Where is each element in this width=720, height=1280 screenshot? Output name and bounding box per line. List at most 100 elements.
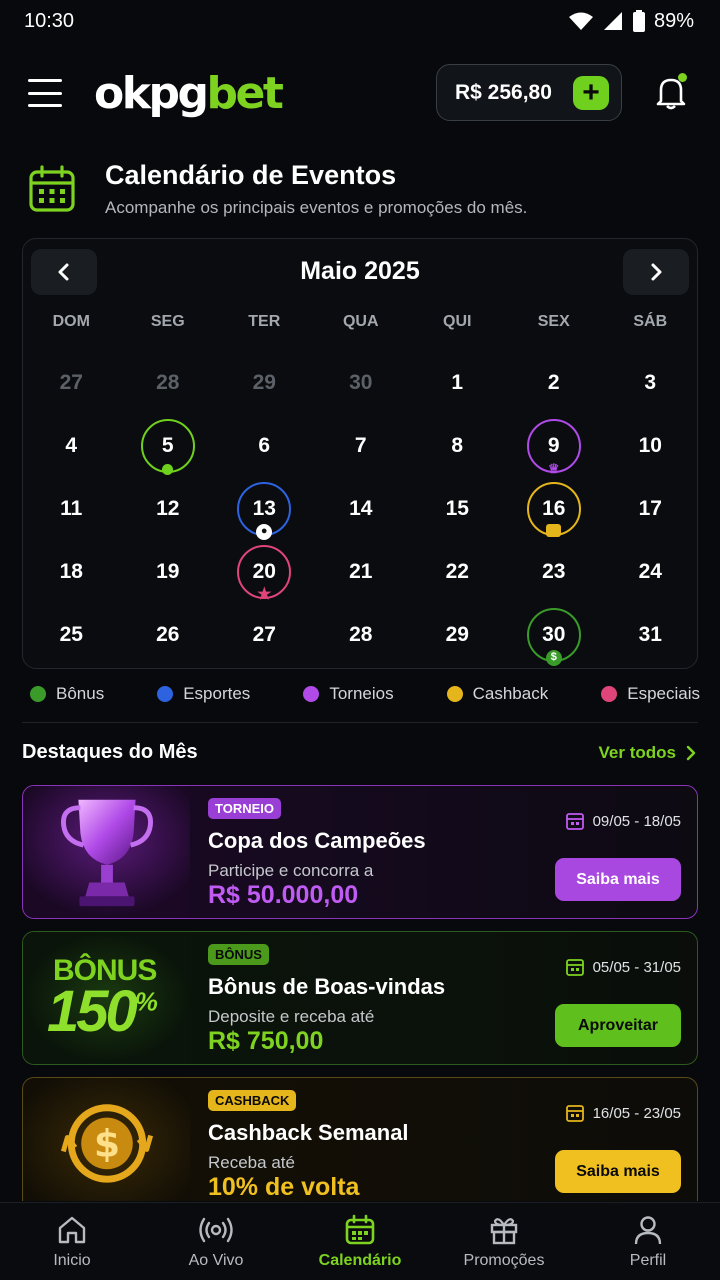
calendar-day[interactable]: 12 <box>120 477 217 540</box>
calendar-day-event-especiais[interactable]: 20 ★ <box>216 540 313 603</box>
calendar-day[interactable]: 8 <box>409 414 506 477</box>
bonus-art-value: 150% <box>47 979 158 1044</box>
calendar-day[interactable]: 30 <box>313 351 410 414</box>
dot-icon <box>162 463 174 475</box>
legend-item-bonus: Bônus <box>30 684 104 704</box>
legend-dot <box>601 686 618 702</box>
signal-icon <box>603 12 622 30</box>
calendar-day[interactable]: 18 <box>23 540 120 603</box>
calendar-day[interactable]: 23 <box>506 540 603 603</box>
calendar-day[interactable]: 1 <box>409 351 506 414</box>
card-date-range: 09/05 - 18/05 <box>565 811 681 831</box>
calendar-day[interactable]: 19 <box>120 540 217 603</box>
day-number: 28 <box>349 622 373 646</box>
nav-item-perfil[interactable]: Perfil <box>576 1203 720 1280</box>
calendar-day[interactable]: 15 <box>409 477 506 540</box>
weekday-label: QUA <box>342 313 379 330</box>
calendar-day[interactable]: 7 <box>313 414 410 477</box>
calendar-day[interactable]: 29 <box>216 351 313 414</box>
calendar-day[interactable]: 21 <box>313 540 410 603</box>
next-month-button[interactable] <box>623 249 689 295</box>
hamburger-menu-button[interactable] <box>28 79 62 107</box>
nav-item-inicio[interactable]: Inicio <box>0 1203 144 1280</box>
highlight-card-torneio[interactable]: TORNEIO Copa dos Campeões Participe e co… <box>22 785 698 919</box>
day-number: 8 <box>451 433 464 457</box>
day-number: 28 <box>156 370 180 394</box>
learn-more-button[interactable]: Saiba mais <box>555 1150 681 1193</box>
legend-item-torneios: Torneios <box>303 684 394 704</box>
calendar-day-event-esportes[interactable]: 13 ● <box>216 477 313 540</box>
claim-bonus-button[interactable]: Aproveitar <box>555 1004 681 1047</box>
category-tag: CASHBACK <box>208 1090 297 1111</box>
calendar-day[interactable]: 27 <box>23 351 120 414</box>
calendar-day[interactable]: 10 <box>602 414 699 477</box>
day-number: 27 <box>252 622 276 646</box>
day-number: 31 <box>638 622 662 646</box>
calendar-day[interactable]: 14 <box>313 477 410 540</box>
calendar-day-event-bonus[interactable]: 30 $ <box>506 603 603 666</box>
svg-text:$: $ <box>94 1121 120 1165</box>
card-date-range: 05/05 - 31/05 <box>565 957 681 977</box>
calendar-day-event-bonus[interactable]: 5 <box>120 414 217 477</box>
page-header: Calendário de Eventos Acompanhe os princ… <box>28 158 708 228</box>
status-time: 10:30 <box>24 9 75 32</box>
calendar-day[interactable]: 22 <box>409 540 506 603</box>
calendar-day[interactable]: 4 <box>23 414 120 477</box>
card-title: Cashback Semanal <box>208 1120 409 1145</box>
calendar-icon <box>565 959 584 976</box>
calendar-day[interactable]: 11 <box>23 477 120 540</box>
calendar-day[interactable]: 24 <box>602 540 699 603</box>
highlight-card-bonus[interactable]: BÔNUS 150% BÔNUS Bônus de Boas-vindas De… <box>22 931 698 1065</box>
nav-item-calendario[interactable]: Calendário <box>288 1203 432 1280</box>
card-title: Bônus de Boas-vindas <box>208 974 446 999</box>
calendar-day[interactable]: 2 <box>506 351 603 414</box>
day-number: 10 <box>638 433 662 457</box>
balance-display[interactable]: R$ 256,80 + <box>436 64 622 121</box>
legend-item-cashback: Cashback <box>446 684 548 704</box>
card-subtitle: Participe e concorra a <box>208 861 374 880</box>
calendar-day[interactable]: 31 <box>602 603 699 666</box>
card-amount: R$ 750,00 <box>208 1027 324 1055</box>
month-label: Maio 2025 <box>300 257 420 285</box>
day-number: 12 <box>156 496 180 520</box>
day-number: 11 <box>60 496 83 520</box>
star-icon: ★ <box>257 585 272 603</box>
nav-item-promocoes[interactable]: Promoções <box>432 1203 576 1280</box>
nav-item-ao-vivo[interactable]: Ao Vivo <box>144 1203 288 1280</box>
day-number: 13 <box>252 496 276 520</box>
calendar-day-event-cashback[interactable]: 16 <box>506 477 603 540</box>
trophy-icon: ♕ <box>547 461 560 476</box>
calendar-day[interactable]: 28 <box>313 603 410 666</box>
highlight-card-cashback[interactable]: $ CASHBACK Cashback Semanal Receba até 1… <box>22 1077 698 1201</box>
day-number: 17 <box>638 496 662 520</box>
day-number: 29 <box>445 622 469 646</box>
gift-icon <box>490 1217 518 1244</box>
weekday-label: QUI <box>443 313 472 330</box>
live-broadcast-icon <box>199 1217 233 1242</box>
legend-item-especiais: Especiais <box>601 684 700 704</box>
weekday-label: SEG <box>150 313 185 330</box>
notifications-button[interactable] <box>654 73 688 110</box>
bottom-navigation: Inicio Ao Vivo Calendário Promoções Perf… <box>0 1202 720 1280</box>
legend-dot <box>303 686 320 702</box>
calendar-day[interactable]: 25 <box>23 603 120 666</box>
calendar-day[interactable]: 3 <box>602 351 699 414</box>
page-title: Calendário de Eventos <box>105 160 397 190</box>
see-all-link[interactable]: Ver todos <box>599 743 696 763</box>
battery-icon <box>632 10 645 32</box>
card-amount: 10% de volta <box>208 1173 360 1201</box>
calendar-day[interactable]: 28 <box>120 351 217 414</box>
calendar-day[interactable]: 17 <box>602 477 699 540</box>
weekday-label: DOM <box>52 313 90 330</box>
calendar-day[interactable]: 29 <box>409 603 506 666</box>
legend-dot <box>446 686 463 702</box>
weekday-label: SEX <box>537 313 570 330</box>
calendar-day[interactable]: 26 <box>120 603 217 666</box>
card-subtitle: Receba até <box>208 1153 295 1172</box>
brand-logo[interactable]: okpgbet <box>94 68 284 119</box>
calendar-day-event-torneios[interactable]: 9 ♕ <box>506 414 603 477</box>
learn-more-button[interactable]: Saiba mais <box>555 858 681 901</box>
calendar-day[interactable]: 27 <box>216 603 313 666</box>
add-funds-button[interactable]: + <box>573 76 609 110</box>
calendar-day[interactable]: 6 <box>216 414 313 477</box>
